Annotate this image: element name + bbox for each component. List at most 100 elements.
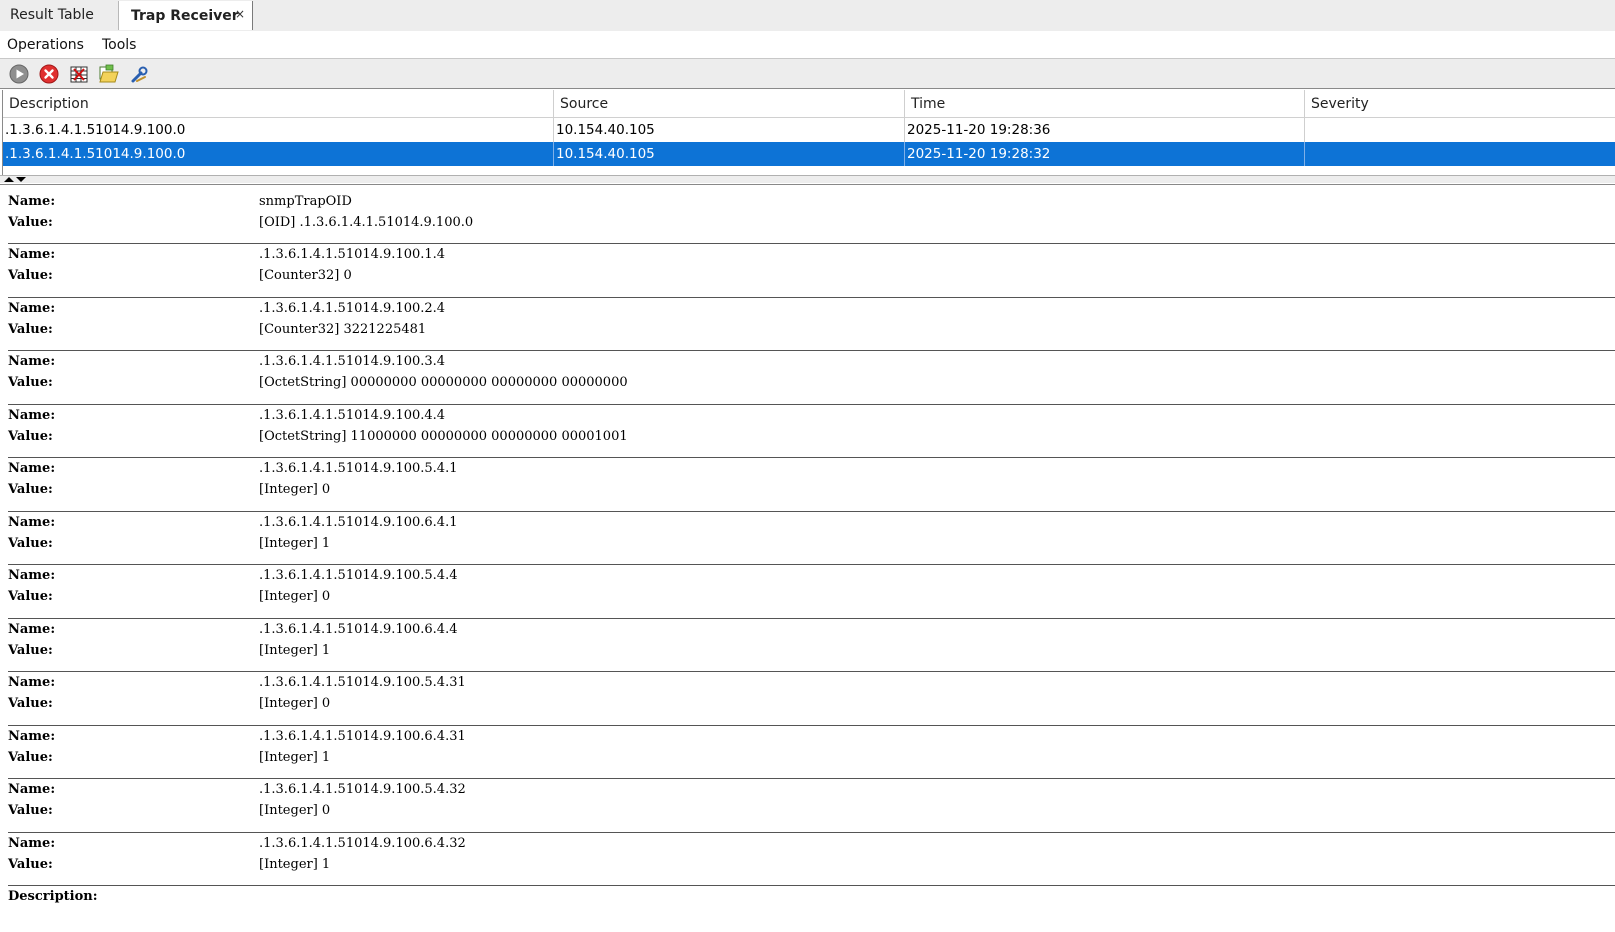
name-row: Name: .1.3.6.1.4.1.51014.9.100.5.4.32 — [8, 779, 1608, 801]
varbind-name: .1.3.6.1.4.1.51014.9.100.6.4.32 — [259, 835, 466, 851]
tab-trap-receiver[interactable]: Trap Receiver × — [118, 1, 253, 30]
varbind-entry: Name: .1.3.6.1.4.1.51014.9.100.3.4 Value: [… — [8, 350, 1615, 405]
cell-description: .1.3.6.1.4.1.51014.9.100.0 — [3, 142, 554, 166]
value-label: Value: — [8, 749, 53, 765]
varbind-value: [Counter32] 3221225481 — [259, 321, 427, 337]
toolbar — [0, 59, 1615, 89]
name-row: Name: .1.3.6.1.4.1.51014.9.100.6.4.31 — [8, 725, 1608, 747]
name-row: Name: .1.3.6.1.4.1.51014.9.100.6.4.32 — [8, 832, 1608, 854]
pane-splitter[interactable] — [0, 175, 1615, 183]
varbind-value: [OctetString] 00000000 00000000 00000000… — [259, 375, 628, 390]
varbind-entry: Name: .1.3.6.1.4.1.51014.9.100.6.4.4 Value… — [8, 617, 1615, 672]
value-row: Value: [Integer] 1 — [8, 853, 1608, 875]
varbind-entry: Name: .1.3.6.1.4.1.51014.9.100.1.4 Value: [… — [8, 243, 1615, 298]
name-row: Name: .1.3.6.1.4.1.51014.9.100.2.4 — [8, 297, 1608, 319]
clear-table-icon[interactable] — [68, 63, 90, 85]
cell-severity — [1305, 142, 1615, 166]
varbind-name: .1.3.6.1.4.1.51014.9.100.5.4.32 — [259, 782, 466, 797]
varbind-entry: Name: .1.3.6.1.4.1.51014.9.100.4.4 Value: [… — [8, 403, 1615, 458]
value-row: Value: [Counter32] 0 — [8, 265, 1608, 287]
tab-label: Result Table — [10, 7, 94, 23]
value-label: Value: — [8, 375, 53, 390]
varbind-entry: Name: .1.3.6.1.4.1.51014.9.100.5.4.4 Value… — [8, 564, 1615, 619]
column-header-description[interactable]: Description — [3, 90, 554, 118]
column-header-source[interactable]: Source — [554, 90, 905, 118]
name-label: Name: — [8, 621, 56, 637]
name-row: Name: .1.3.6.1.4.1.51014.9.100.1.4 — [8, 244, 1608, 266]
varbind-value: [Integer] 1 — [259, 642, 331, 658]
value-row: Value: [Counter32] 3221225481 — [8, 318, 1608, 340]
value-row: Value: [OctetString] 11000000 00000000 00… — [8, 425, 1608, 447]
name-row: Name: .1.3.6.1.4.1.51014.9.100.4.4 — [8, 404, 1608, 426]
menu-tools[interactable]: Tools — [95, 37, 148, 53]
value-label: Value: — [8, 535, 53, 551]
varbind-value: [Integer] 1 — [259, 535, 331, 551]
cell-time: 2025-11-20 19:28:36 — [905, 118, 1305, 142]
menu-bar: Operations Tools — [0, 31, 1615, 59]
start-icon[interactable] — [8, 63, 30, 85]
value-row: Value: [Integer] 1 — [8, 746, 1608, 768]
table-row-selected[interactable]: .1.3.6.1.4.1.51014.9.100.0 10.154.40.105… — [3, 142, 1615, 166]
value-label: Value: — [8, 589, 53, 604]
name-row: Name: .1.3.6.1.4.1.51014.9.100.6.4.4 — [8, 618, 1608, 640]
settings-tools-icon[interactable] — [128, 63, 150, 85]
varbind-name: .1.3.6.1.4.1.51014.9.100.3.4 — [259, 354, 446, 369]
menu-operations[interactable]: Operations — [0, 37, 95, 53]
cell-description: .1.3.6.1.4.1.51014.9.100.0 — [3, 118, 554, 142]
varbind-entry: Name: .1.3.6.1.4.1.51014.9.100.5.4.31 Valu… — [8, 671, 1615, 726]
value-row: Value: [Integer] 1 — [8, 532, 1608, 554]
varbind-value: [OID] .1.3.6.1.4.1.51014.9.100.0 — [259, 214, 474, 230]
tab-result-table[interactable]: Result Table — [0, 0, 116, 30]
tab-label: Trap Receiver — [131, 7, 239, 24]
trap-table: Description Source Time Severity .1.3.6.… — [2, 90, 1615, 175]
value-row: Value: [OID] .1.3.6.1.4.1.51014.9.100.0 — [8, 211, 1608, 233]
value-label: Value: — [8, 428, 53, 444]
name-label: Name: — [8, 728, 56, 744]
name-row: Name: .1.3.6.1.4.1.51014.9.100.6.4.1 — [8, 511, 1608, 533]
varbind-name: .1.3.6.1.4.1.51014.9.100.5.4.4 — [259, 568, 458, 583]
value-label: Value: — [8, 642, 53, 658]
stop-icon[interactable] — [38, 63, 60, 85]
varbind-name: .1.3.6.1.4.1.51014.9.100.6.4.31 — [259, 728, 466, 744]
cell-source: 10.154.40.105 — [554, 118, 905, 142]
varbind-name: .1.3.6.1.4.1.51014.9.100.2.4 — [259, 300, 446, 316]
column-header-severity[interactable]: Severity — [1305, 90, 1615, 118]
varbind-name: .1.3.6.1.4.1.51014.9.100.5.4.31 — [259, 675, 466, 690]
varbind-value: [Integer] 0 — [259, 482, 331, 497]
name-label: Name: — [8, 193, 56, 209]
value-row: Value: [Integer] 1 — [8, 639, 1608, 661]
varbind-value: [Integer] 1 — [259, 856, 331, 872]
name-label: Name: — [8, 354, 56, 369]
varbind-entry: Name: .1.3.6.1.4.1.51014.9.100.2.4 Value: [… — [8, 296, 1615, 351]
name-label: Name: — [8, 514, 56, 530]
varbind-value: [OctetString] 11000000 00000000 00000000… — [259, 428, 628, 444]
value-label: Value: — [8, 696, 53, 711]
name-row: Name: .1.3.6.1.4.1.51014.9.100.5.4.4 — [8, 565, 1608, 587]
varbind-entry: Name: .1.3.6.1.4.1.51014.9.100.5.4.1 Value… — [8, 457, 1615, 512]
name-label: Name: — [8, 782, 56, 797]
name-label: Name: — [8, 568, 56, 583]
table-header: Description Source Time Severity — [3, 90, 1615, 118]
table-row[interactable]: .1.3.6.1.4.1.51014.9.100.0 10.154.40.105… — [3, 118, 1615, 142]
open-folder-icon[interactable] — [98, 63, 120, 85]
value-row: Value: [OctetString] 00000000 00000000 00… — [8, 372, 1608, 394]
value-row: Value: [Integer] 0 — [8, 693, 1608, 715]
name-row: Name: .1.3.6.1.4.1.51014.9.100.5.4.31 — [8, 672, 1608, 694]
value-row: Value: [Integer] 0 — [8, 479, 1608, 501]
varbind-entry: Name: .1.3.6.1.4.1.51014.9.100.6.4.32 Valu… — [8, 831, 1615, 886]
varbind-value: [Counter32] 0 — [259, 268, 352, 283]
varbind-value: [Integer] 1 — [259, 749, 331, 765]
value-label: Value: — [8, 803, 53, 818]
description-label: Description: — [8, 888, 98, 904]
varbind-value: [Integer] 0 — [259, 696, 331, 711]
name-label: Name: — [8, 835, 56, 851]
cell-severity — [1305, 118, 1615, 142]
value-row: Value: [Integer] 0 — [8, 800, 1608, 822]
cell-source: 10.154.40.105 — [554, 142, 905, 166]
name-row: Name: .1.3.6.1.4.1.51014.9.100.5.4.1 — [8, 458, 1608, 480]
value-label: Value: — [8, 321, 53, 337]
trap-detail-pane: Name: snmpTrapOID Value: [OID] .1.3.6.1.4.1… — [0, 184, 1615, 932]
column-header-time[interactable]: Time — [905, 90, 1305, 118]
varbind-name: snmpTrapOID — [259, 193, 352, 209]
close-icon[interactable]: × — [235, 7, 245, 21]
